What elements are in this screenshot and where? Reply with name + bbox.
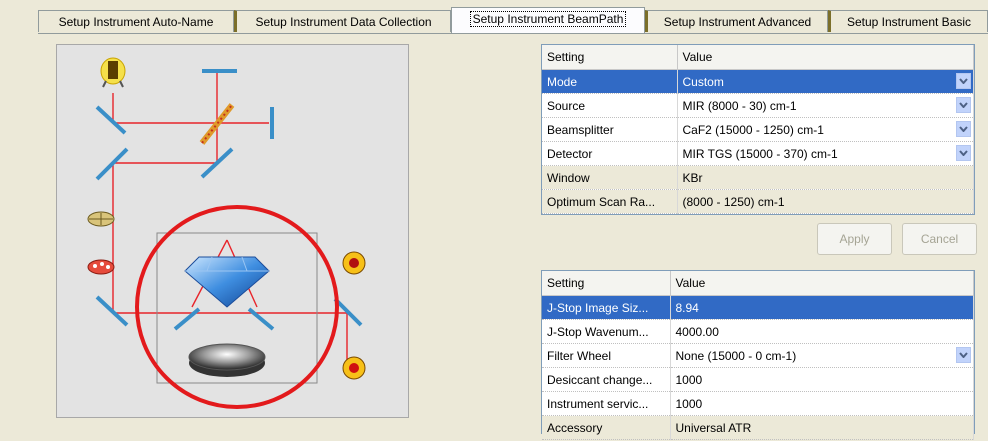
setting-row-detector[interactable]: Detector MIR TGS (15000 - 370) cm-1 <box>542 141 974 166</box>
diamond-crystal-icon <box>184 256 270 308</box>
chevron-down-icon[interactable] <box>956 73 971 89</box>
mirror-1 <box>95 105 127 135</box>
setting-value[interactable]: Custom <box>677 69 974 94</box>
setting-name: Source <box>542 93 678 118</box>
beampath-schematic <box>87 57 366 409</box>
setting-value: (8000 - 1250) cm-1 <box>677 189 974 214</box>
setting-name: J-Stop Image Siz... <box>542 295 671 320</box>
setting-row-window: Window KBr <box>542 165 974 190</box>
column-header-setting: Setting <box>542 271 671 296</box>
detector-icon <box>342 356 366 380</box>
mirror-3 <box>95 147 129 181</box>
chevron-down-icon[interactable] <box>956 121 971 137</box>
setting-name: Detector <box>542 141 678 166</box>
column-header-value: Value <box>677 45 974 70</box>
setting-name: Filter Wheel <box>542 343 671 368</box>
beampath-diagram <box>56 44 409 418</box>
mirror-4 <box>95 295 129 327</box>
tab-bar: Setup Instrument Auto-Name Setup Instrum… <box>0 0 988 34</box>
chevron-down-icon[interactable] <box>956 347 971 363</box>
setting-name: Desiccant change... <box>542 367 671 392</box>
grid-header-row: Setting Value <box>542 271 974 296</box>
highlight-circle <box>135 205 339 409</box>
setting-value[interactable]: CaF2 (15000 - 1250) cm-1 <box>677 117 974 142</box>
chevron-down-icon[interactable] <box>956 97 971 113</box>
lamp-icon <box>100 57 126 88</box>
setting-value[interactable]: MIR (8000 - 30) cm-1 <box>677 93 974 118</box>
setting-value[interactable]: 1000 <box>670 367 974 392</box>
chevron-down-icon[interactable] <box>956 145 971 161</box>
sample-plate-icon <box>188 343 266 377</box>
setting-value: Universal ATR <box>670 415 974 440</box>
setting-value[interactable]: None (15000 - 0 cm-1) <box>670 343 974 368</box>
filter-wheel-icon <box>87 259 115 275</box>
setting-name: Beamsplitter <box>542 117 678 142</box>
setting-row-desiccant-change[interactable]: Desiccant change... 1000 <box>542 367 974 392</box>
apply-button[interactable]: Apply <box>817 223 892 255</box>
setting-row-optimum-scan-range: Optimum Scan Ra... (8000 - 1250) cm-1 <box>542 189 974 214</box>
atr-mirror-left <box>173 307 201 331</box>
cancel-button[interactable]: Cancel <box>902 223 977 255</box>
setting-row-filter-wheel[interactable]: Filter Wheel None (15000 - 0 cm-1) <box>542 343 974 368</box>
setting-name: Mode <box>542 69 678 94</box>
setting-row-accessory: Accessory Universal ATR <box>542 415 974 440</box>
tab-auto-name[interactable]: Setup Instrument Auto-Name <box>38 10 234 32</box>
detector-icon <box>342 251 366 275</box>
aperture-wheel-icon <box>87 211 115 227</box>
setting-name: J-Stop Wavenum... <box>542 319 671 344</box>
setting-value[interactable]: MIR TGS (15000 - 370) cm-1 <box>677 141 974 166</box>
tab-beampath[interactable]: Setup Instrument BeamPath <box>451 7 645 34</box>
setting-name: Window <box>542 165 678 190</box>
setting-value[interactable]: 8.94 <box>670 295 974 320</box>
setting-row-instrument-service[interactable]: Instrument servic... 1000 <box>542 391 974 416</box>
beampath-settings-grid: Setting Value Mode Custom Source MIR (80… <box>541 44 975 215</box>
column-header-setting: Setting <box>542 45 678 70</box>
setting-value: KBr <box>677 165 974 190</box>
setting-value[interactable]: 1000 <box>670 391 974 416</box>
setting-row-jstop-wavenumber[interactable]: J-Stop Wavenum... 4000.00 <box>542 319 974 344</box>
setting-row-source[interactable]: Source MIR (8000 - 30) cm-1 <box>542 93 974 118</box>
atr-mirror-right <box>247 307 275 331</box>
setting-value[interactable]: 4000.00 <box>670 319 974 344</box>
accessory-settings-grid: Setting Value J-Stop Image Siz... 8.94 J… <box>541 270 975 440</box>
setting-row-jstop-image-size[interactable]: J-Stop Image Siz... 8.94 <box>542 295 974 320</box>
setting-row-beamsplitter[interactable]: Beamsplitter CaF2 (15000 - 1250) cm-1 <box>542 117 974 142</box>
tab-basic[interactable]: Setup Instrument Basic <box>828 10 988 32</box>
setting-name: Optimum Scan Ra... <box>542 189 678 214</box>
beam-lines <box>112 73 348 370</box>
setting-name: Instrument servic... <box>542 391 671 416</box>
setting-row-mode[interactable]: Mode Custom <box>542 69 974 94</box>
grid-header-row: Setting Value <box>542 45 974 70</box>
column-header-value: Value <box>670 271 974 296</box>
tab-data-collection[interactable]: Setup Instrument Data Collection <box>234 10 451 32</box>
tab-divider <box>38 33 988 34</box>
setting-name: Accessory <box>542 415 671 440</box>
tab-advanced[interactable]: Setup Instrument Advanced <box>645 10 828 32</box>
